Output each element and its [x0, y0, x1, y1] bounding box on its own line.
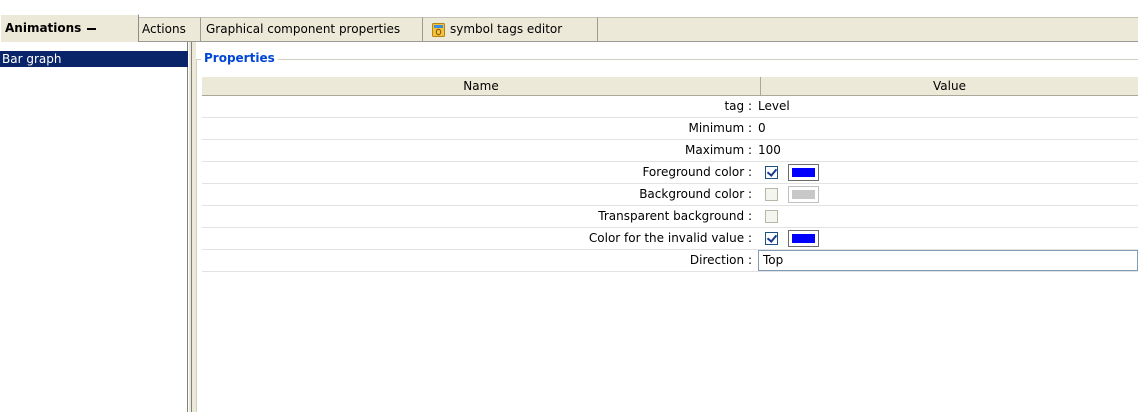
column-header-value[interactable]: Value	[761, 77, 1138, 96]
property-name: Minimum :	[688, 121, 752, 135]
tab-label: symbol tags editor	[450, 22, 563, 36]
properties-title: Properties	[201, 51, 278, 66]
property-name: tag :	[724, 99, 752, 113]
tab-symbol-tags-editor[interactable]: symbol tags editor	[422, 17, 598, 41]
pane-splitter[interactable]	[188, 42, 196, 412]
checkmark-icon	[766, 166, 778, 177]
properties-pane: Properties Name Value tag : Level Minimu…	[196, 42, 1138, 412]
tab-label: Graphical component properties	[206, 22, 401, 36]
color-fill	[792, 190, 815, 199]
invalid-color-swatch[interactable]	[788, 230, 819, 247]
animations-panel: symbol tags editor Graphical component p…	[0, 0, 1138, 412]
property-row-maximum: Maximum : 100	[202, 140, 1138, 162]
tab-strip: symbol tags editor Graphical component p…	[0, 0, 1138, 42]
properties-grid: Name Value tag : Level Minimum : 0 Maxim…	[202, 76, 1138, 272]
tab-strip-filler	[598, 17, 1138, 41]
color-fill	[792, 168, 815, 177]
property-value-minimum[interactable]: 0	[758, 118, 766, 139]
database-icon	[432, 22, 445, 37]
invalid-color-checkbox[interactable]	[765, 232, 778, 245]
groupbox-border	[196, 59, 1138, 60]
property-row-tag: tag : Level	[202, 96, 1138, 118]
animation-list: Bar graph	[0, 42, 188, 412]
property-name: Transparent background :	[598, 209, 752, 223]
list-item-bar-graph[interactable]: Bar graph	[0, 51, 188, 67]
foreground-color-swatch[interactable]	[788, 164, 819, 181]
checkmark-icon	[766, 232, 778, 243]
color-fill	[792, 234, 815, 243]
property-row-invalid-value-color: Color for the invalid value :	[202, 228, 1138, 250]
property-name: Foreground color :	[642, 165, 752, 179]
property-name: Background color :	[639, 187, 752, 201]
property-name: Direction :	[689, 253, 752, 267]
property-value-maximum[interactable]: 100	[758, 140, 781, 161]
tab-graphical-component-properties[interactable]: Graphical component properties	[200, 17, 423, 41]
property-value-tag[interactable]: Level	[758, 96, 790, 117]
groupbox-border-left	[196, 59, 197, 412]
direction-select[interactable]: Top	[758, 250, 1138, 271]
tab-label: Animations	[5, 21, 82, 35]
background-color-checkbox[interactable]	[765, 188, 778, 201]
property-row-minimum: Minimum : 0	[202, 118, 1138, 140]
grid-header: Name Value	[202, 76, 1138, 96]
minimize-icon[interactable]	[87, 27, 97, 30]
background-color-swatch[interactable]	[788, 186, 819, 203]
property-row-foreground-color: Foreground color :	[202, 162, 1138, 184]
property-name: Maximum :	[685, 143, 752, 157]
tab-label: Actions	[142, 22, 186, 36]
foreground-color-checkbox[interactable]	[765, 166, 778, 179]
list-item-label: Bar graph	[2, 52, 62, 66]
splitter-line	[191, 42, 192, 412]
direction-selected-value: Top	[763, 253, 784, 267]
tab-actions[interactable]: Actions	[139, 17, 201, 41]
transparent-background-checkbox[interactable]	[765, 210, 778, 223]
property-row-direction: Direction : Top	[202, 250, 1138, 272]
property-name: Color for the invalid value :	[588, 231, 752, 245]
property-row-background-color: Background color :	[202, 184, 1138, 206]
column-header-name[interactable]: Name	[202, 77, 761, 96]
tab-animations[interactable]: Animations	[0, 14, 139, 42]
property-row-transparent-background: Transparent background :	[202, 206, 1138, 228]
